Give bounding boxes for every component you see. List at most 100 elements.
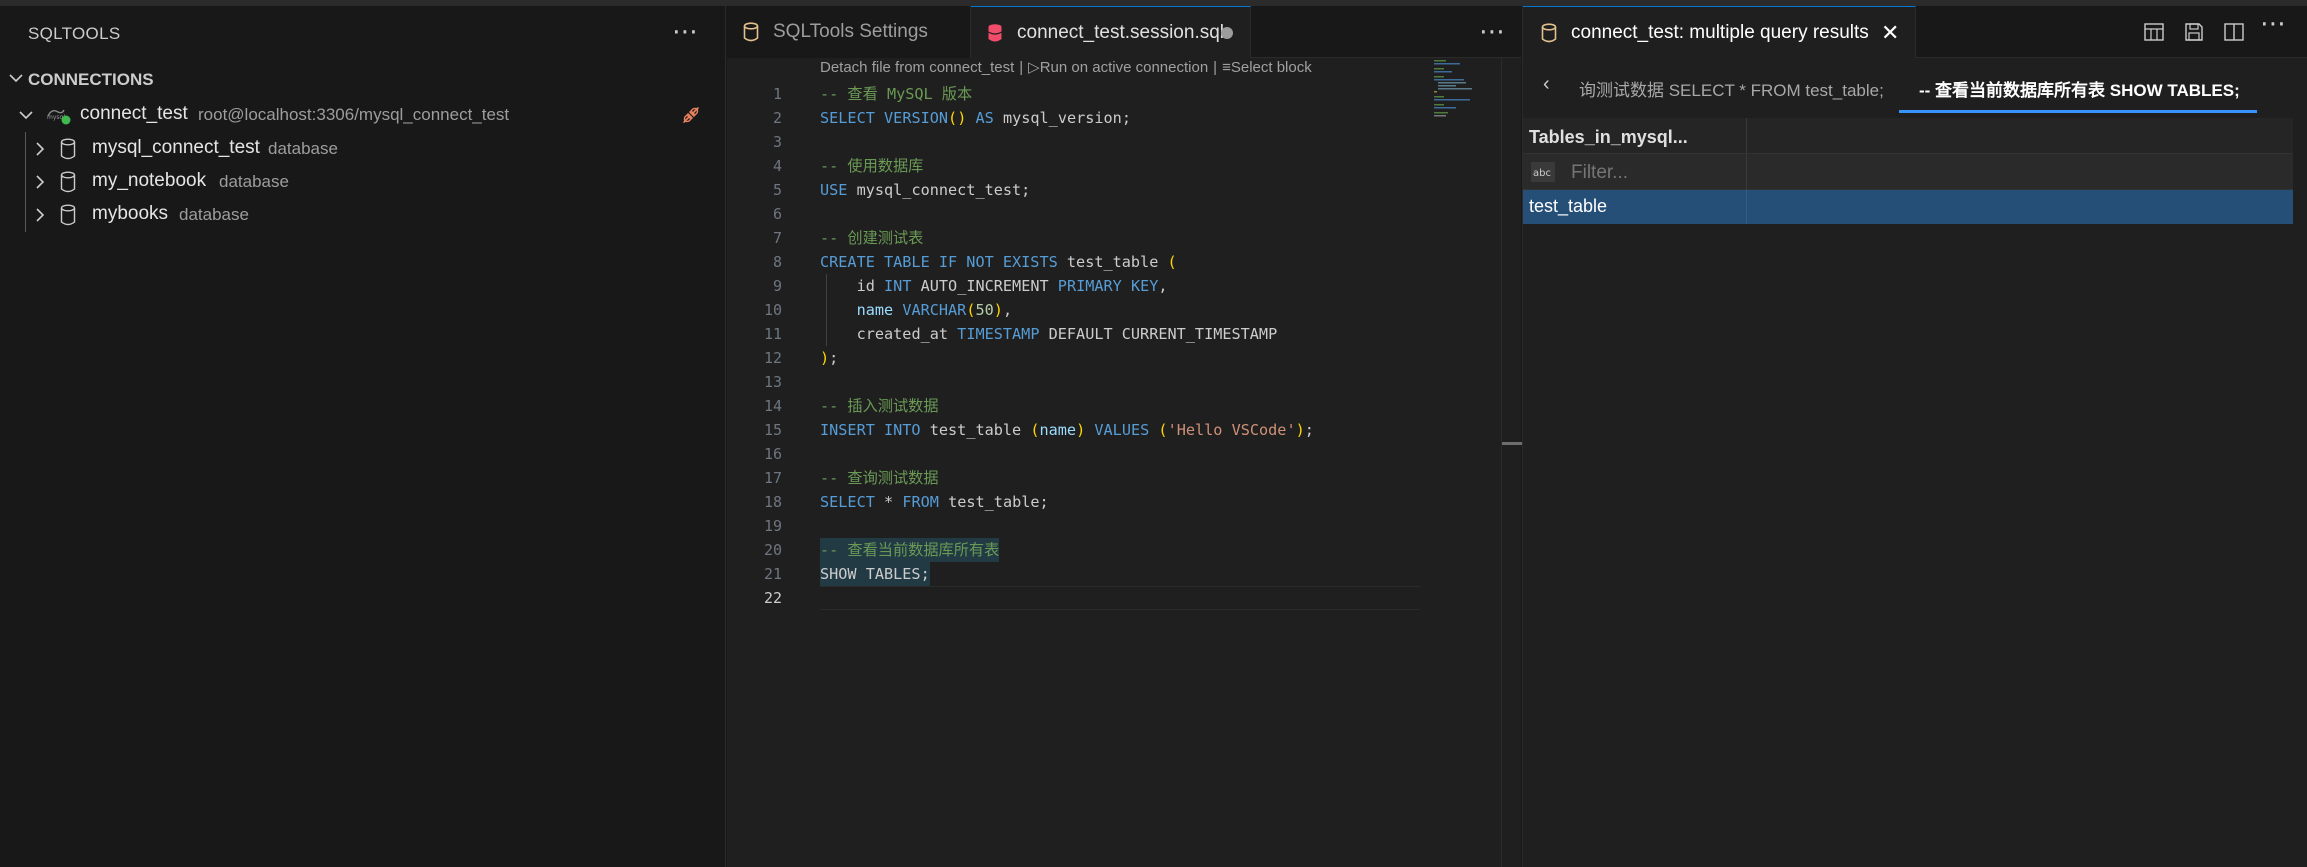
tab-sqltools-settings[interactable]: SQLTools Settings bbox=[727, 6, 971, 58]
database-description: database bbox=[179, 205, 249, 224]
sidebar-more-actions-icon[interactable]: ⋯ bbox=[672, 16, 698, 47]
save-results-icon[interactable] bbox=[2182, 20, 2206, 44]
line-number: 12 bbox=[763, 349, 782, 367]
disconnect-plug-icon[interactable] bbox=[680, 104, 702, 126]
query-results-panel: connect_test: multiple query results ✕ ⋯… bbox=[1522, 6, 2307, 867]
table-cell: test_table bbox=[1529, 196, 1608, 216]
close-icon[interactable]: ✕ bbox=[1881, 20, 1899, 46]
database-item[interactable]: my_notebook database bbox=[0, 165, 726, 198]
select-block-icon: ≡ bbox=[1222, 59, 1231, 76]
line-number: 8 bbox=[772, 253, 782, 271]
subtab-select-test-table[interactable]: 询测试数据 SELECT * FROM test_table; bbox=[1579, 59, 1919, 113]
database-name: my_notebook bbox=[92, 170, 207, 191]
line-number: 11 bbox=[763, 325, 782, 343]
code-line: 20 -- 查看当前数据库所有表 bbox=[727, 538, 1427, 562]
connection-item[interactable]: mysql connect_test root@localhost:3306/m… bbox=[0, 98, 726, 131]
scrollbar-cursor-marker bbox=[1502, 442, 1522, 445]
column-separator bbox=[1746, 154, 1747, 189]
select-block-link[interactable]: ≡Select block bbox=[1222, 59, 1312, 76]
svg-text:abc: abc bbox=[1533, 168, 1551, 179]
chevron-right-icon bbox=[36, 208, 45, 222]
database-item[interactable]: mysql_connect_test database bbox=[0, 132, 726, 165]
split-editor-icon[interactable] bbox=[2222, 20, 2246, 44]
line-number: 13 bbox=[763, 373, 782, 391]
database-icon bbox=[60, 138, 76, 160]
database-item[interactable]: mybooks database bbox=[0, 198, 726, 231]
editor-scrollbar[interactable] bbox=[1501, 58, 1522, 867]
database-description: database bbox=[268, 139, 338, 158]
line-number: 2 bbox=[772, 109, 782, 127]
code-line: 13 bbox=[727, 370, 1427, 394]
chevron-right-icon bbox=[36, 175, 45, 189]
database-name: mysql_connect_test bbox=[92, 137, 260, 158]
chevron-down-icon bbox=[19, 111, 33, 120]
tab-label: connect_test: multiple query results bbox=[1571, 22, 1869, 43]
editor-more-actions-icon[interactable]: ⋯ bbox=[1479, 16, 1505, 47]
code-line: 7 -- 创建测试表 bbox=[727, 226, 1427, 250]
database-icon bbox=[743, 22, 759, 42]
database-icon bbox=[60, 171, 76, 193]
code-editor[interactable]: 1 -- 查看 MySQL 版本 2 SELECT VERSION() AS mys… bbox=[727, 82, 1427, 610]
connection-name: connect_test bbox=[80, 103, 188, 124]
code-line: 2 SELECT VERSION() AS mysql_version; bbox=[727, 106, 1427, 130]
filter-input[interactable] bbox=[1571, 162, 1731, 184]
line-number: 21 bbox=[763, 565, 782, 583]
grid-scrollbar[interactable] bbox=[2293, 118, 2307, 867]
line-number: 3 bbox=[772, 133, 782, 151]
connection-description: root@localhost:3306/mysql_connect_test bbox=[198, 105, 510, 124]
open-query-results-icon[interactable] bbox=[2142, 20, 2166, 44]
tab-query-results[interactable]: connect_test: multiple query results ✕ bbox=[1523, 6, 1916, 58]
run-icon: ▷ bbox=[1028, 59, 1040, 76]
results-tab-bar: connect_test: multiple query results ✕ ⋯ bbox=[1523, 6, 2307, 58]
chevron-down-icon bbox=[9, 74, 23, 83]
subtab-show-tables[interactable]: -- 查看当前数据库所有表 SHOW TABLES; bbox=[1899, 59, 2257, 113]
code-line: 11 created_at TIMESTAMP DEFAULT CURRENT_… bbox=[727, 322, 1427, 346]
line-number: 10 bbox=[763, 301, 782, 319]
line-number: 9 bbox=[772, 277, 782, 295]
column-header[interactable]: Tables_in_mysql... bbox=[1529, 127, 1688, 148]
code-line: 6 bbox=[727, 202, 1427, 226]
connections-section-header[interactable]: CONNECTIONS bbox=[0, 60, 726, 96]
line-number: 1 bbox=[772, 85, 782, 103]
tab-label: connect_test.session.sql bbox=[1017, 22, 1225, 43]
more-actions-icon[interactable]: ⋯ bbox=[2260, 8, 2286, 38]
line-number: 14 bbox=[763, 397, 782, 415]
code-line: 12); bbox=[727, 346, 1427, 370]
code-line: 8 CREATE TABLE IF NOT EXISTS test_table ( bbox=[727, 250, 1427, 274]
code-line: 14 -- 插入测试数据 bbox=[727, 394, 1427, 418]
database-icon bbox=[60, 204, 76, 226]
line-number: 6 bbox=[772, 205, 782, 223]
minimap[interactable] bbox=[1434, 58, 1494, 118]
code-line: 17 -- 查询测试数据 bbox=[727, 466, 1427, 490]
code-line: 16 bbox=[727, 442, 1427, 466]
line-number: 22 bbox=[763, 589, 782, 607]
code-line: 21 SHOW TABLES; bbox=[727, 562, 1427, 586]
code-line: 3 bbox=[727, 130, 1427, 154]
chevron-left-icon[interactable]: ‹ bbox=[1543, 73, 1550, 96]
chevron-right-icon bbox=[36, 142, 45, 156]
editor-group: SQLTools Settings connect_test.session.s… bbox=[727, 6, 1522, 867]
result-subtabs: ‹ 询测试数据 SELECT * FROM test_table; -- 查看当… bbox=[1523, 59, 2307, 113]
code-line: 19 bbox=[727, 514, 1427, 538]
line-number: 20 bbox=[763, 541, 782, 559]
run-on-active-connection-link[interactable]: ▷Run on active connection bbox=[1028, 59, 1208, 76]
column-separator bbox=[1746, 190, 1747, 224]
detach-file-link[interactable]: Detach file from connect_test bbox=[820, 59, 1014, 76]
filter-text-icon: abc bbox=[1531, 162, 1555, 182]
code-line: 15 INSERT INTO test_table (name) VALUES (… bbox=[727, 418, 1427, 442]
line-number: 5 bbox=[772, 181, 782, 199]
code-line: 18 SELECT * FROM test_table; bbox=[727, 490, 1427, 514]
database-icon bbox=[1541, 23, 1557, 43]
column-resize-handle[interactable] bbox=[1746, 118, 1747, 153]
code-line: 10 name VARCHAR(50), bbox=[727, 298, 1427, 322]
mysql-connected-icon: mysql bbox=[47, 109, 71, 125]
tab-label: SQLTools Settings bbox=[773, 21, 928, 42]
editor-tab-bar: SQLTools Settings connect_test.session.s… bbox=[727, 6, 1521, 58]
code-line: 9 id INT AUTO_INCREMENT PRIMARY KEY, bbox=[727, 274, 1427, 298]
sidebar-title: SQLTOOLS bbox=[28, 24, 121, 43]
unsaved-dot-icon[interactable] bbox=[1221, 27, 1233, 39]
tab-session-sql[interactable]: connect_test.session.sql bbox=[971, 6, 1251, 58]
sqltools-sidebar: SQLTOOLS ⋯ CONNECTIONS mysql connect_tes… bbox=[0, 6, 726, 867]
table-row[interactable]: test_table bbox=[1523, 190, 2293, 224]
line-number: 16 bbox=[763, 445, 782, 463]
